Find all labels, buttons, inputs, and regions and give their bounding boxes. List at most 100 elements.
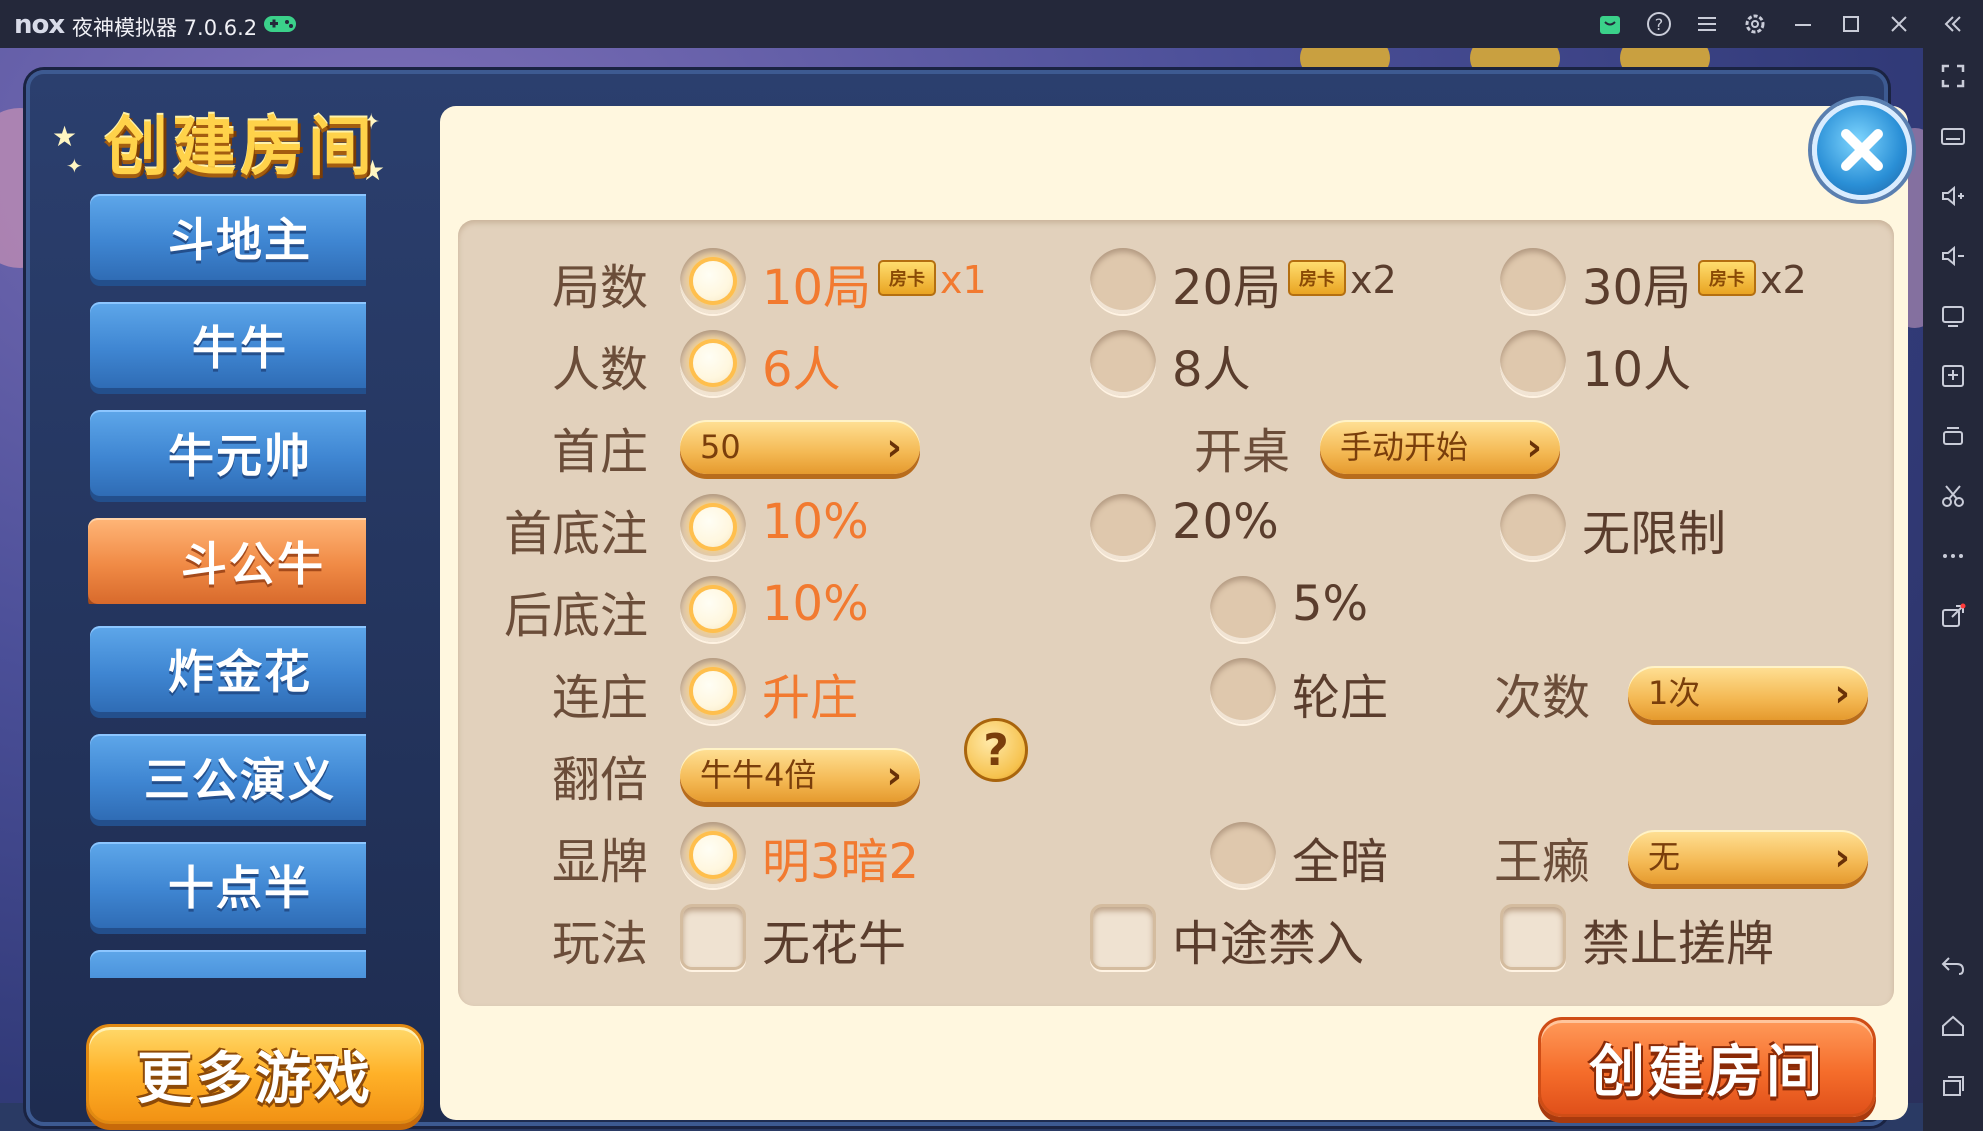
play-option-no-join[interactable]: 中途禁入: [1172, 904, 1364, 974]
create-room-dialog: ★ ✦ ✦ ★ 创建房间 斗地主 牛牛 牛元帅 斗公牛 炸金花 三公演义 十点半…: [26, 70, 1908, 1126]
game-tab-dougongniu[interactable]: 斗公牛: [88, 518, 366, 604]
first-bet-option-20[interactable]: 20%: [1172, 494, 1279, 550]
svg-text:?: ?: [1655, 15, 1664, 34]
game-tab-doudizhu[interactable]: 斗地主: [90, 194, 366, 280]
first-banker-value: 50: [700, 428, 741, 466]
scissors-icon[interactable]: [1935, 478, 1971, 514]
chevron-right-icon: ›: [1526, 425, 1542, 469]
wild-dropdown[interactable]: 无 ›: [1628, 830, 1868, 884]
game-list[interactable]: 斗地主 牛牛 牛元帅 斗公牛 炸金花 三公演义 十点半: [66, 194, 366, 978]
rounds-label: 局数: [551, 260, 648, 316]
menu-icon[interactable]: [1691, 8, 1723, 40]
volume-down-icon[interactable]: [1935, 238, 1971, 274]
game-tab-zhajinhua[interactable]: 炸金花: [90, 626, 366, 712]
show-cards-radio-3-2[interactable]: [680, 822, 746, 888]
later-bet-option-5[interactable]: 5%: [1292, 576, 1368, 632]
first-bet-label: 首底注: [503, 506, 648, 562]
create-room-label: 创建房间: [1589, 1039, 1825, 1105]
rounds-radio-20[interactable]: [1090, 248, 1156, 314]
double-help-button[interactable]: ?: [964, 718, 1028, 782]
banker-mode-radio-rotate[interactable]: [1210, 658, 1276, 724]
back-icon[interactable]: [1935, 948, 1971, 984]
more-games-label: 更多游戏: [137, 1046, 373, 1112]
first-bet-option-unlimited[interactable]: 无限制: [1582, 494, 1726, 564]
players-label: 人数: [551, 342, 648, 398]
more-icon[interactable]: [1935, 538, 1971, 574]
later-bet-option-10[interactable]: 10%: [762, 576, 869, 632]
players-option-6[interactable]: 6人: [762, 330, 841, 400]
close-icon[interactable]: [1883, 8, 1915, 40]
rounds-radio-30[interactable]: [1500, 248, 1566, 314]
chevron-right-icon: ›: [1834, 835, 1850, 879]
wild-label: 王癞: [1493, 834, 1590, 890]
first-bet-radio-unlimited[interactable]: [1500, 494, 1566, 560]
rounds-option-10[interactable]: 10局: [762, 248, 871, 318]
players-option-10[interactable]: 10人: [1582, 330, 1691, 400]
show-cards-option-3-2[interactable]: 明3暗2: [762, 822, 919, 892]
more-games-button[interactable]: 更多游戏: [86, 1024, 424, 1124]
emulator-titlebar: nox 夜神模拟器 7.0.6.2 ?: [0, 0, 1983, 48]
start-table-label: 开桌: [1193, 424, 1290, 480]
rounds-option-20[interactable]: 20局: [1172, 248, 1281, 318]
play-option-no-flower[interactable]: 无花牛: [762, 904, 906, 974]
show-cards-option-all-hidden[interactable]: 全暗: [1292, 822, 1388, 892]
first-bet-option-10[interactable]: 10%: [762, 494, 869, 550]
help-icon[interactable]: ?: [1643, 8, 1675, 40]
gamepad-icon[interactable]: [262, 12, 298, 36]
keyboard-icon[interactable]: [1935, 118, 1971, 154]
later-bet-radio-5[interactable]: [1210, 576, 1276, 642]
settings-icon[interactable]: [1739, 8, 1771, 40]
chevron-right-icon: ›: [1834, 671, 1850, 715]
recent-apps-icon[interactable]: [1935, 1068, 1971, 1104]
players-radio-8[interactable]: [1090, 330, 1156, 396]
banker-mode-option-rotate[interactable]: 轮庄: [1292, 658, 1388, 728]
play-label: 玩法: [551, 916, 648, 972]
game-tab-niuyuanshuai[interactable]: 牛元帅: [90, 410, 366, 496]
multi-instance-icon[interactable]: [1935, 418, 1971, 454]
double-dropdown[interactable]: 牛牛4倍 ›: [680, 748, 920, 802]
share-icon[interactable]: [1935, 598, 1971, 634]
game-tab-partial[interactable]: [90, 950, 366, 978]
play-option-no-rub[interactable]: 禁止搓牌: [1582, 904, 1774, 974]
fullscreen-icon[interactable]: [1935, 58, 1971, 94]
close-dialog-button[interactable]: [1812, 100, 1912, 200]
first-banker-dropdown[interactable]: 50 ›: [680, 420, 920, 474]
volume-up-icon[interactable]: [1935, 178, 1971, 214]
game-tab-sangong[interactable]: 三公演义: [90, 734, 366, 820]
players-radio-10[interactable]: [1500, 330, 1566, 396]
times-value: 1次: [1648, 674, 1701, 712]
rounds-multiplier: x2: [1760, 258, 1807, 302]
rounds-radio-10[interactable]: [680, 248, 746, 314]
rounds-option-30[interactable]: 30局: [1582, 248, 1691, 318]
maximize-icon[interactable]: [1835, 8, 1867, 40]
later-bet-label: 后底注: [503, 588, 648, 644]
nox-logo: nox: [14, 10, 65, 40]
banker-mode-radio-up[interactable]: [680, 658, 746, 724]
apk-install-icon[interactable]: [1935, 358, 1971, 394]
play-checkbox-no-join[interactable]: [1090, 904, 1156, 970]
room-card-icon: 房卡: [1288, 260, 1346, 296]
play-checkbox-no-flower[interactable]: [680, 904, 746, 970]
start-table-dropdown[interactable]: 手动开始 ›: [1320, 420, 1560, 474]
double-value: 牛牛4倍: [700, 756, 817, 794]
game-tab-niuniu[interactable]: 牛牛: [90, 302, 366, 388]
players-radio-6[interactable]: [680, 330, 746, 396]
play-checkbox-no-rub[interactable]: [1500, 904, 1566, 970]
screen-icon[interactable]: [1935, 298, 1971, 334]
create-room-button[interactable]: 创建房间: [1538, 1017, 1876, 1117]
players-option-8[interactable]: 8人: [1172, 330, 1251, 400]
start-table-value: 手动开始: [1340, 428, 1469, 466]
home-icon[interactable]: [1935, 1008, 1971, 1044]
first-bet-radio-20[interactable]: [1090, 494, 1156, 560]
later-bet-radio-10[interactable]: [680, 576, 746, 642]
times-dropdown[interactable]: 1次 ›: [1628, 666, 1868, 720]
collapse-icon[interactable]: [1937, 8, 1969, 40]
minimize-icon[interactable]: [1787, 8, 1819, 40]
game-tab-shidianban[interactable]: 十点半: [90, 842, 366, 928]
show-cards-radio-all-hidden[interactable]: [1210, 822, 1276, 888]
first-bet-radio-10[interactable]: [680, 494, 746, 560]
store-icon[interactable]: [1594, 8, 1626, 40]
emulator-sidebar: [1923, 48, 1983, 1131]
banker-mode-option-up[interactable]: 升庄: [762, 658, 858, 728]
rounds-multiplier: x2: [1350, 258, 1397, 302]
